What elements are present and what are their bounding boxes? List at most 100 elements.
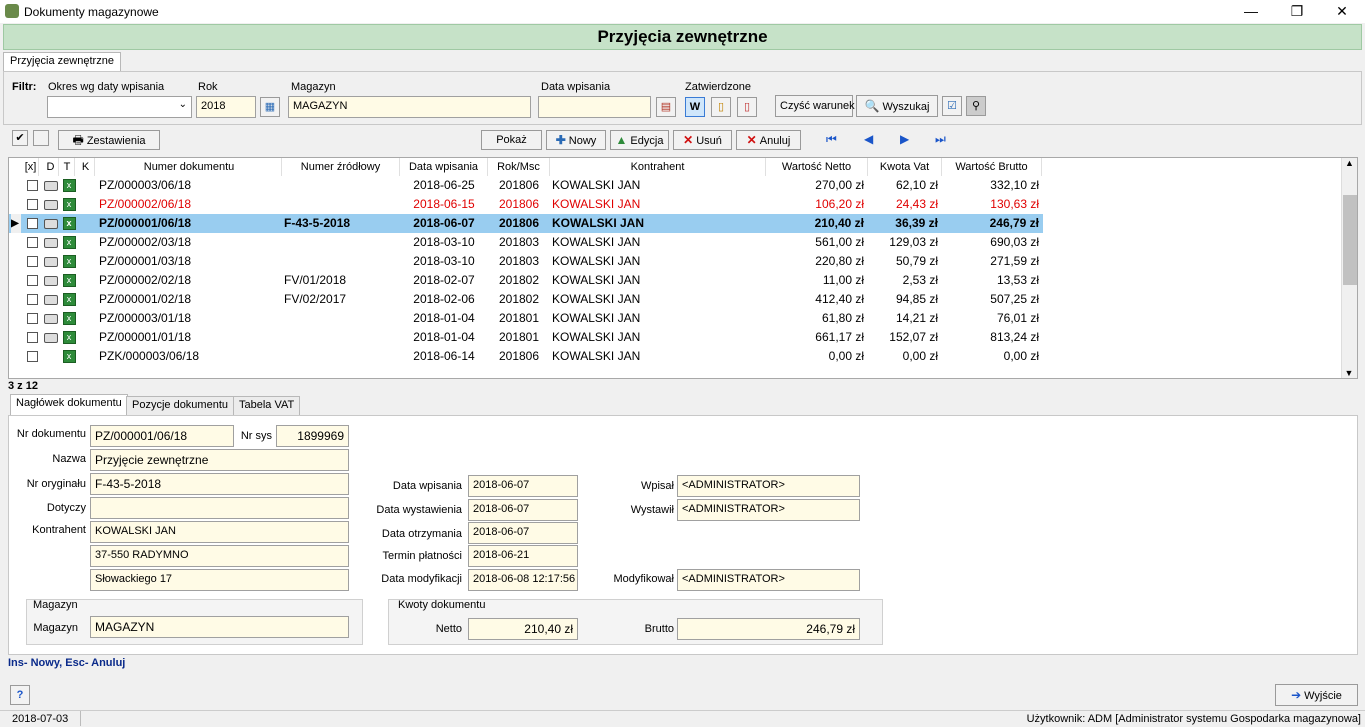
printer-icon[interactable]	[42, 328, 60, 347]
row-checkbox[interactable]	[25, 328, 39, 347]
kontrahent-name-field[interactable]: KOWALSKI JAN	[90, 521, 349, 543]
nr-sys-field[interactable]: 1899969	[276, 425, 349, 447]
spreadsheet-icon[interactable]: x	[61, 176, 77, 195]
wpisal-field[interactable]: <ADMINISTRATOR>	[677, 475, 860, 497]
spreadsheet-icon[interactable]: x	[61, 309, 77, 328]
row-checkbox[interactable]	[25, 176, 39, 195]
minimize-button[interactable]: —	[1228, 0, 1274, 23]
spreadsheet-icon[interactable]: x	[61, 328, 77, 347]
spreadsheet-icon[interactable]: x	[61, 252, 77, 271]
col-header[interactable]: [x]	[23, 158, 39, 176]
select-all-checkbox[interactable]: ✔	[12, 130, 28, 146]
col-header[interactable]: Numer źródłowy	[282, 158, 400, 176]
table-row[interactable]: x PZK/000003/06/18 2018-06-14 201806 KOWALSK…	[9, 347, 1043, 366]
col-header[interactable]: Data wpisania	[400, 158, 488, 176]
termin-platnosci-field[interactable]: 2018-06-21	[468, 545, 578, 567]
col-header[interactable]: Kontrahent	[550, 158, 766, 176]
spreadsheet-icon[interactable]: x	[61, 271, 77, 290]
printer-icon[interactable]	[42, 252, 60, 271]
scroll-up-icon[interactable]: ▲	[1342, 158, 1357, 168]
table-row[interactable]: x PZ/000001/01/18 2018-01-04 201801 KOWALSKI…	[9, 328, 1043, 347]
delete-button[interactable]: ✕ Usuń	[673, 130, 732, 150]
tab-pozycje[interactable]: Pozycje dokumentu	[126, 396, 234, 415]
col-header[interactable]: T	[60, 158, 75, 176]
row-checkbox[interactable]	[25, 252, 39, 271]
tab-przyjecia[interactable]: Przyjęcia zewnętrzne	[3, 52, 121, 71]
spreadsheet-icon[interactable]: x	[61, 347, 77, 366]
table-row[interactable]: x PZ/000001/02/18 FV/02/2017 2018-02-06 2018…	[9, 290, 1043, 309]
calendar-icon[interactable]: ▦	[260, 97, 280, 117]
table-row[interactable]: x PZ/000001/03/18 2018-03-10 201803 KOWALSKI…	[9, 252, 1043, 271]
cancel-button[interactable]: ✕ Anuluj	[736, 130, 801, 150]
document-icon[interactable]: ▯	[711, 97, 731, 117]
col-header[interactable]: Numer dokumentu	[97, 158, 282, 176]
table-row[interactable]: x PZ/000002/02/18 FV/01/2018 2018-02-07 2018…	[9, 271, 1043, 290]
nazwa-field[interactable]: Przyjęcie zewnętrzne	[90, 449, 349, 471]
deselect-all-checkbox[interactable]	[33, 130, 49, 146]
next-record-icon[interactable]: ▶	[900, 132, 909, 146]
netto-field[interactable]: 210,40 zł	[468, 618, 578, 640]
nr-oryg-field[interactable]: F-43-5-2018	[90, 473, 349, 495]
printer-icon[interactable]	[42, 195, 60, 214]
data-wystawienia-field[interactable]: 2018-06-07	[468, 499, 578, 521]
row-checkbox[interactable]	[25, 290, 39, 309]
modyfikowal-field[interactable]: <ADMINISTRATOR>	[677, 569, 860, 591]
tab-naglowek[interactable]: Nagłówek dokumentu	[10, 394, 128, 415]
row-checkbox[interactable]	[25, 309, 39, 328]
dotyczy-field[interactable]	[90, 497, 349, 519]
clear-filter-button[interactable]: Czyść warunek	[775, 95, 855, 117]
data-otrzymania-field[interactable]: 2018-06-07	[468, 522, 578, 544]
edit-button[interactable]: ▲ Edycja	[610, 130, 669, 150]
col-header[interactable]: Wartość Brutto	[942, 158, 1042, 176]
printer-icon[interactable]	[42, 290, 60, 309]
rok-input[interactable]: 2018	[196, 96, 256, 118]
spreadsheet-icon[interactable]: x	[61, 233, 77, 252]
col-header[interactable]: Rok/Msc	[488, 158, 550, 176]
calendar-icon[interactable]: ▤	[656, 97, 676, 117]
tab-vat[interactable]: Tabela VAT	[233, 396, 301, 415]
col-header[interactable]: D	[43, 158, 59, 176]
pokaz-button[interactable]: Pokaż	[481, 130, 542, 150]
wystawil-field[interactable]: <ADMINISTRATOR>	[677, 499, 860, 521]
scroll-down-icon[interactable]: ▼	[1342, 368, 1356, 378]
row-checkbox[interactable]	[25, 233, 39, 252]
magazyn-input[interactable]: MAGAZYN	[288, 96, 531, 118]
row-checkbox[interactable]	[25, 214, 39, 233]
col-header[interactable]: Wartość Netto	[766, 158, 868, 176]
spreadsheet-icon[interactable]: x	[61, 214, 77, 233]
row-checkbox[interactable]	[25, 195, 39, 214]
kontrahent-street-field[interactable]: Słowackiego 17	[90, 569, 349, 591]
data-modyfikacji-field[interactable]: 2018-06-08 12:17:56	[468, 569, 578, 591]
approved-toggle-icon[interactable]: W	[685, 97, 705, 117]
zestawienia-button[interactable]: 🖶 Zestawienia	[58, 130, 160, 150]
new-button[interactable]: ✚ Nowy	[546, 130, 606, 150]
help-button[interactable]: ?	[10, 685, 30, 705]
close-button[interactable]: ✕	[1319, 0, 1365, 23]
prev-record-icon[interactable]: ◀	[864, 132, 873, 146]
row-checkbox[interactable]	[25, 271, 39, 290]
table-row[interactable]: x PZ/000003/01/18 2018-01-04 201801 KOWALSKI…	[9, 309, 1043, 328]
col-header[interactable]: K	[77, 158, 95, 176]
data-wpisania-field[interactable]: 2018-06-07	[468, 475, 578, 497]
okres-select[interactable]: ⌄	[47, 96, 192, 118]
spreadsheet-icon[interactable]: x	[61, 195, 77, 214]
kontrahent-city-field[interactable]: 37-550 RADYMNO	[90, 545, 349, 567]
printer-icon[interactable]	[42, 214, 60, 233]
printer-icon[interactable]	[42, 271, 60, 290]
spreadsheet-icon[interactable]: x	[61, 290, 77, 309]
restore-button[interactable]: ❐	[1274, 0, 1320, 23]
brutto-field[interactable]: 246,79 zł	[677, 618, 860, 640]
magazyn-field[interactable]: MAGAZYN	[90, 616, 349, 638]
table-row[interactable]: x PZ/000003/06/18 2018-06-25 201806 KOWALSKI…	[9, 176, 1043, 195]
exit-button[interactable]: ➔ Wyjście	[1275, 684, 1358, 706]
check-icon[interactable]: ☑	[942, 96, 962, 116]
scroll-thumb[interactable]	[1343, 195, 1357, 285]
table-row[interactable]: x PZ/000002/06/18 2018-06-15 201806 KOWALSKI…	[9, 195, 1043, 214]
col-header[interactable]: Kwota Vat	[868, 158, 942, 176]
filter-icon[interactable]: ⚲	[966, 96, 986, 116]
document-cancel-icon[interactable]: ▯	[737, 97, 757, 117]
data-wpisania-input[interactable]	[538, 96, 651, 118]
printer-icon[interactable]	[42, 176, 60, 195]
printer-icon[interactable]	[42, 233, 60, 252]
table-row[interactable]: ▶ x PZ/000001/06/18 F-43-5-2018 2018-06-07 20…	[9, 214, 1043, 233]
